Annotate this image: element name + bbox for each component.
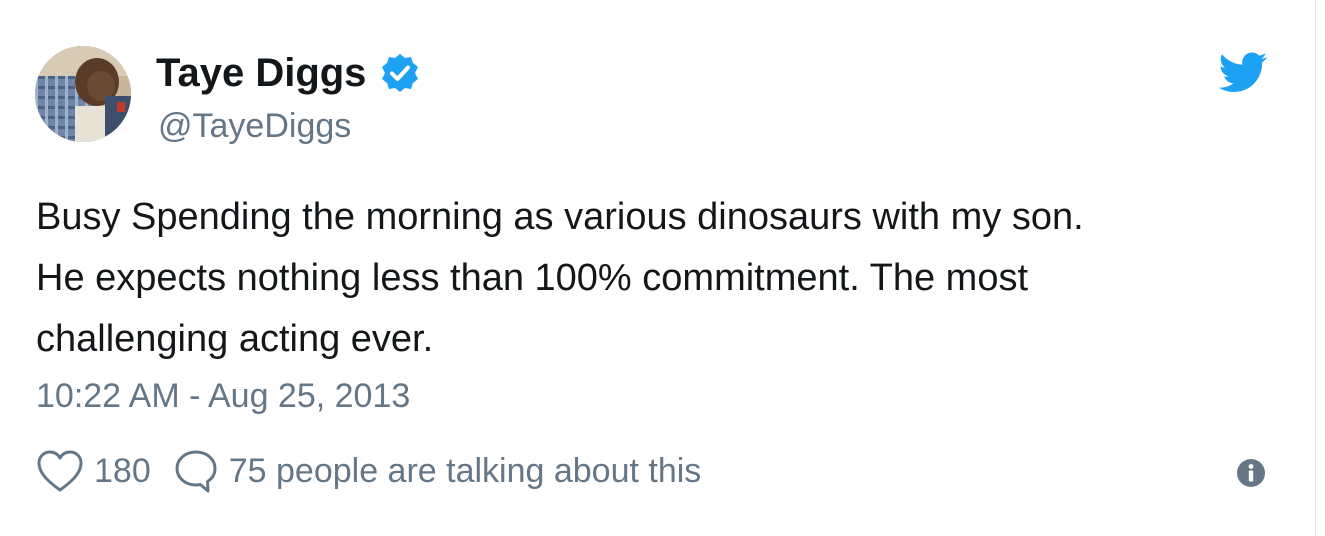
twitter-bird-icon[interactable] [1218,52,1268,94]
display-name-text[interactable]: Taye Diggs [156,49,366,97]
author-handle[interactable]: @TayeDiggs [158,106,351,146]
avatar-photo [35,46,131,142]
speech-bubble-icon[interactable] [173,448,219,494]
heart-icon[interactable] [36,449,84,493]
tweet-text-line: Busy Spending the morning as various din… [36,196,1084,238]
tweet-timestamp[interactable]: 10:22 AM - Aug 25, 2013 [36,375,410,417]
conversation-count[interactable]: 75 people are talking about this [229,452,702,491]
tweet-text-line: He expects nothing less than 100% commit… [36,257,1029,299]
author-display-name[interactable]: Taye Diggs [156,49,420,97]
verified-badge-icon [382,54,419,92]
tweet-card: Taye Diggs @TayeDiggs Busy Spending the … [0,0,1316,536]
tweet-text-line: challenging acting ever. [36,318,434,360]
info-icon[interactable] [1236,458,1266,488]
like-count[interactable]: 180 [94,452,151,491]
tweet-actions: 180 75 people are talking about this [36,446,701,496]
avatar[interactable] [35,46,131,142]
tweet-text: Busy Spending the morning as various din… [36,187,1276,370]
